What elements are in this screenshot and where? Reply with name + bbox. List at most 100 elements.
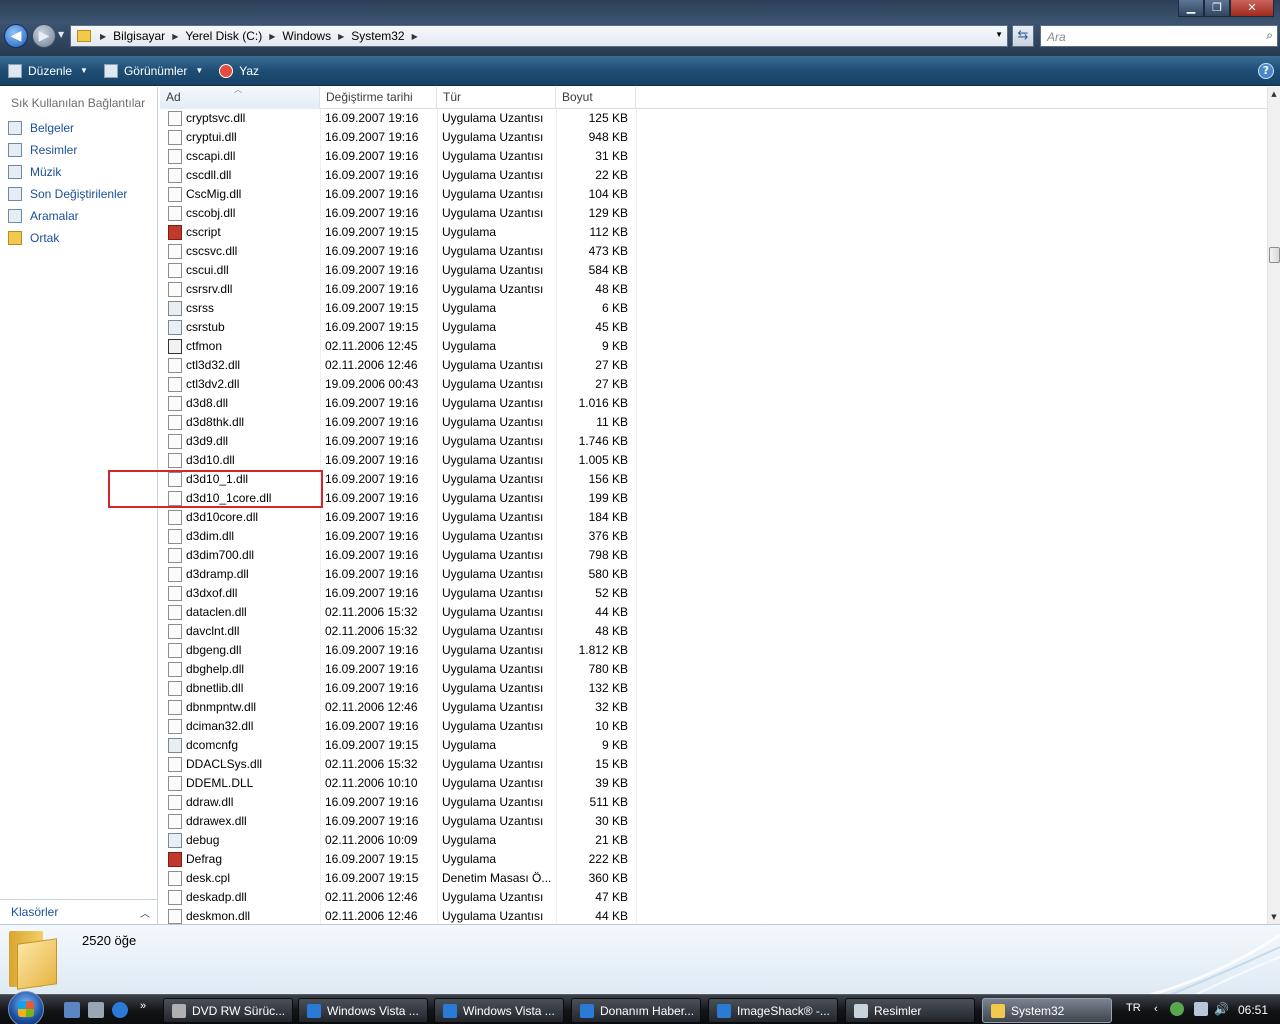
- taskbar-button[interactable]: Windows Vista ...: [298, 998, 428, 1023]
- chevron-right-icon[interactable]: ▶: [169, 32, 181, 41]
- address-bar[interactable]: ▶ Bilgisayar ▶ Yerel Disk (C:) ▶ Windows…: [70, 25, 1008, 47]
- sidebar-item-documents[interactable]: Belgeler: [8, 118, 74, 138]
- table-row[interactable]: d3d10.dll 16.09.2007 19:16 Uygulama Uzantı…: [160, 451, 636, 470]
- table-row[interactable]: d3dramp.dll 16.09.2007 19:16 Uygulama Uzan…: [160, 565, 636, 584]
- table-row[interactable]: Defrag 16.09.2007 19:15 Uygulama 222 KB: [160, 850, 636, 869]
- switch-windows-icon[interactable]: [88, 1002, 104, 1018]
- address-dropdown-icon[interactable]: ▼: [995, 30, 1003, 39]
- organize-menu[interactable]: Düzenle ▼: [0, 56, 96, 85]
- column-header-type[interactable]: Tür: [437, 87, 556, 109]
- close-button[interactable]: ✕: [1230, 0, 1274, 17]
- sidebar-item-public[interactable]: Ortak: [8, 228, 59, 248]
- table-row[interactable]: d3dim700.dll 16.09.2007 19:16 Uygulama Uza…: [160, 546, 636, 565]
- refresh-button[interactable]: ⇆: [1012, 25, 1034, 47]
- network-icon[interactable]: [1194, 1002, 1208, 1016]
- table-row[interactable]: d3dim.dll 16.09.2007 19:16 Uygulama Uzantı…: [160, 527, 636, 546]
- table-row[interactable]: cscapi.dll 16.09.2007 19:16 Uygulama Uzant…: [160, 147, 636, 166]
- table-row[interactable]: cscui.dll 16.09.2007 19:16 Uygulama Uzantı…: [160, 261, 636, 280]
- table-row[interactable]: dbghelp.dll 16.09.2007 19:16 Uygulama Uzan…: [160, 660, 636, 679]
- taskbar-button[interactable]: ImageShack® -...: [708, 998, 838, 1023]
- internet-explorer-icon[interactable]: [112, 1002, 128, 1018]
- sidebar-item-pictures[interactable]: Resimler: [8, 140, 77, 160]
- breadcrumb-local-disk[interactable]: Yerel Disk (C:): [181, 29, 266, 43]
- table-row[interactable]: DDACLSys.dll 02.11.2006 15:32 Uygulama Uza…: [160, 755, 636, 774]
- table-row[interactable]: davclnt.dll 02.11.2006 15:32 Uygulama Uzan…: [160, 622, 636, 641]
- volume-icon[interactable]: 🔊: [1214, 1002, 1229, 1016]
- taskbar-button[interactable]: Windows Vista ...: [434, 998, 564, 1023]
- table-row[interactable]: d3d9.dll 16.09.2007 19:16 Uygulama Uzantıs…: [160, 432, 636, 451]
- table-row[interactable]: desk.cpl 16.09.2007 19:15 Denetim Masası Ö…: [160, 869, 636, 888]
- clock[interactable]: 06:51: [1238, 1003, 1268, 1017]
- chevron-right-icon[interactable]: ▶: [409, 32, 421, 41]
- table-row[interactable]: dcomcnfg 16.09.2007 19:15 Uygulama 9 KB: [160, 736, 636, 755]
- show-desktop-icon[interactable]: [64, 1002, 80, 1018]
- table-row[interactable]: cscsvc.dll 16.09.2007 19:16 Uygulama Uzant…: [160, 242, 636, 261]
- table-row[interactable]: cscdll.dll 16.09.2007 19:16 Uygulama Uzant…: [160, 166, 636, 185]
- recent-pages-dropdown[interactable]: ▼: [58, 30, 64, 39]
- sidebar-item-music[interactable]: Müzik: [8, 162, 61, 182]
- chevron-right-icon[interactable]: ▶: [97, 32, 109, 41]
- language-indicator[interactable]: TR: [1126, 1002, 1141, 1014]
- back-button[interactable]: ◀: [4, 24, 28, 48]
- scroll-thumb[interactable]: [1269, 247, 1280, 263]
- table-row[interactable]: d3d8.dll 16.09.2007 19:16 Uygulama Uzantıs…: [160, 394, 636, 413]
- sidebar-item-recent[interactable]: Son Değiştirilenler: [8, 184, 127, 204]
- folders-toggle[interactable]: Klasörler ︿: [0, 899, 158, 924]
- table-row[interactable]: DDEML.DLL 02.11.2006 10:10 Uygulama Uzantı…: [160, 774, 636, 793]
- file-size: 39 KB: [595, 776, 628, 790]
- vertical-scrollbar[interactable]: ▲ ▼: [1267, 87, 1280, 924]
- file-date: 02.11.2006 15:32: [325, 624, 418, 638]
- scroll-down-icon[interactable]: ▼: [1268, 910, 1280, 924]
- table-row[interactable]: dbnetlib.dll 16.09.2007 19:16 Uygulama Uza…: [160, 679, 636, 698]
- table-row[interactable]: cryptsvc.dll 16.09.2007 19:16 Uygulama Uza…: [160, 109, 636, 128]
- table-row[interactable]: ctfmon 02.11.2006 12:45 Uygulama 9 KB: [160, 337, 636, 356]
- dll-file-icon: [168, 149, 182, 164]
- search-input[interactable]: Ara ⌕: [1040, 25, 1278, 47]
- table-row[interactable]: d3dxof.dll 16.09.2007 19:16 Uygulama Uzant…: [160, 584, 636, 603]
- start-button[interactable]: [8, 991, 44, 1024]
- minimize-button[interactable]: ▁: [1178, 0, 1204, 17]
- table-row[interactable]: deskadp.dll 02.11.2006 12:46 Uygulama Uzan…: [160, 888, 636, 907]
- network-users-icon[interactable]: [1170, 1002, 1184, 1016]
- chevron-right-icon[interactable]: ▶: [266, 32, 278, 41]
- chevron-right-icon[interactable]: ▶: [335, 32, 347, 41]
- table-row[interactable]: ctl3d32.dll 02.11.2006 12:46 Uygulama Uzan…: [160, 356, 636, 375]
- table-row[interactable]: dbgeng.dll 16.09.2007 19:16 Uygulama Uzant…: [160, 641, 636, 660]
- table-row[interactable]: ctl3dv2.dll 19.09.2006 00:43 Uygulama Uzan…: [160, 375, 636, 394]
- table-row[interactable]: ddraw.dll 16.09.2007 19:16 Uygulama Uzantı…: [160, 793, 636, 812]
- taskbar-button[interactable]: Resimler: [845, 998, 975, 1023]
- table-row[interactable]: dataclen.dll 02.11.2006 15:32 Uygulama Uza…: [160, 603, 636, 622]
- column-header-name[interactable]: ︿ Ad: [160, 85, 320, 109]
- help-button[interactable]: ?: [1258, 63, 1274, 79]
- breadcrumb-computer[interactable]: Bilgisayar: [109, 29, 169, 43]
- taskbar-button[interactable]: Donanım Haber...: [571, 998, 701, 1023]
- table-row[interactable]: ddrawex.dll 16.09.2007 19:16 Uygulama Uzan…: [160, 812, 636, 831]
- column-header-date[interactable]: Değiştirme tarihi: [320, 87, 437, 109]
- file-name: dciman32.dll: [186, 719, 254, 733]
- taskbar-button[interactable]: DVD RW Sürüc...: [163, 998, 293, 1023]
- table-row[interactable]: debug 02.11.2006 10:09 Uygulama 21 KB: [160, 831, 636, 850]
- table-row[interactable]: d3d10core.dll 16.09.2007 19:16 Uygulama Uz…: [160, 508, 636, 527]
- table-row[interactable]: dbnmpntw.dll 02.11.2006 12:46 Uygulama Uza…: [160, 698, 636, 717]
- table-row[interactable]: csrss 16.09.2007 19:15 Uygulama 6 KB: [160, 299, 636, 318]
- scroll-up-icon[interactable]: ▲: [1268, 87, 1280, 101]
- chevron-left-icon[interactable]: ‹: [1154, 1003, 1158, 1015]
- table-row[interactable]: cscript 16.09.2007 19:15 Uygulama 112 KB: [160, 223, 636, 242]
- breadcrumb-system32[interactable]: System32: [347, 29, 408, 43]
- taskbar-button[interactable]: System32: [982, 998, 1112, 1023]
- forward-button[interactable]: ▶: [32, 24, 56, 48]
- table-row[interactable]: d3d8thk.dll 16.09.2007 19:16 Uygulama Uzan…: [160, 413, 636, 432]
- breadcrumb-windows[interactable]: Windows: [278, 29, 335, 43]
- table-row[interactable]: CscMig.dll 16.09.2007 19:16 Uygulama Uzant…: [160, 185, 636, 204]
- table-row[interactable]: csrstub 16.09.2007 19:15 Uygulama 45 KB: [160, 318, 636, 337]
- quick-launch-more-icon[interactable]: »: [140, 1000, 156, 1016]
- table-row[interactable]: cryptui.dll 16.09.2007 19:16 Uygulama Uzan…: [160, 128, 636, 147]
- maximize-button[interactable]: ❐: [1204, 0, 1230, 17]
- table-row[interactable]: cscobj.dll 16.09.2007 19:16 Uygulama Uzant…: [160, 204, 636, 223]
- views-menu[interactable]: Görünümler ▼: [96, 56, 211, 85]
- column-header-size[interactable]: Boyut: [556, 87, 636, 109]
- sidebar-item-searches[interactable]: Aramalar: [8, 206, 79, 226]
- table-row[interactable]: csrsrv.dll 16.09.2007 19:16 Uygulama Uzant…: [160, 280, 636, 299]
- table-row[interactable]: dciman32.dll 16.09.2007 19:16 Uygulama Uza…: [160, 717, 636, 736]
- search-icon[interactable]: ⌕: [1266, 28, 1273, 43]
